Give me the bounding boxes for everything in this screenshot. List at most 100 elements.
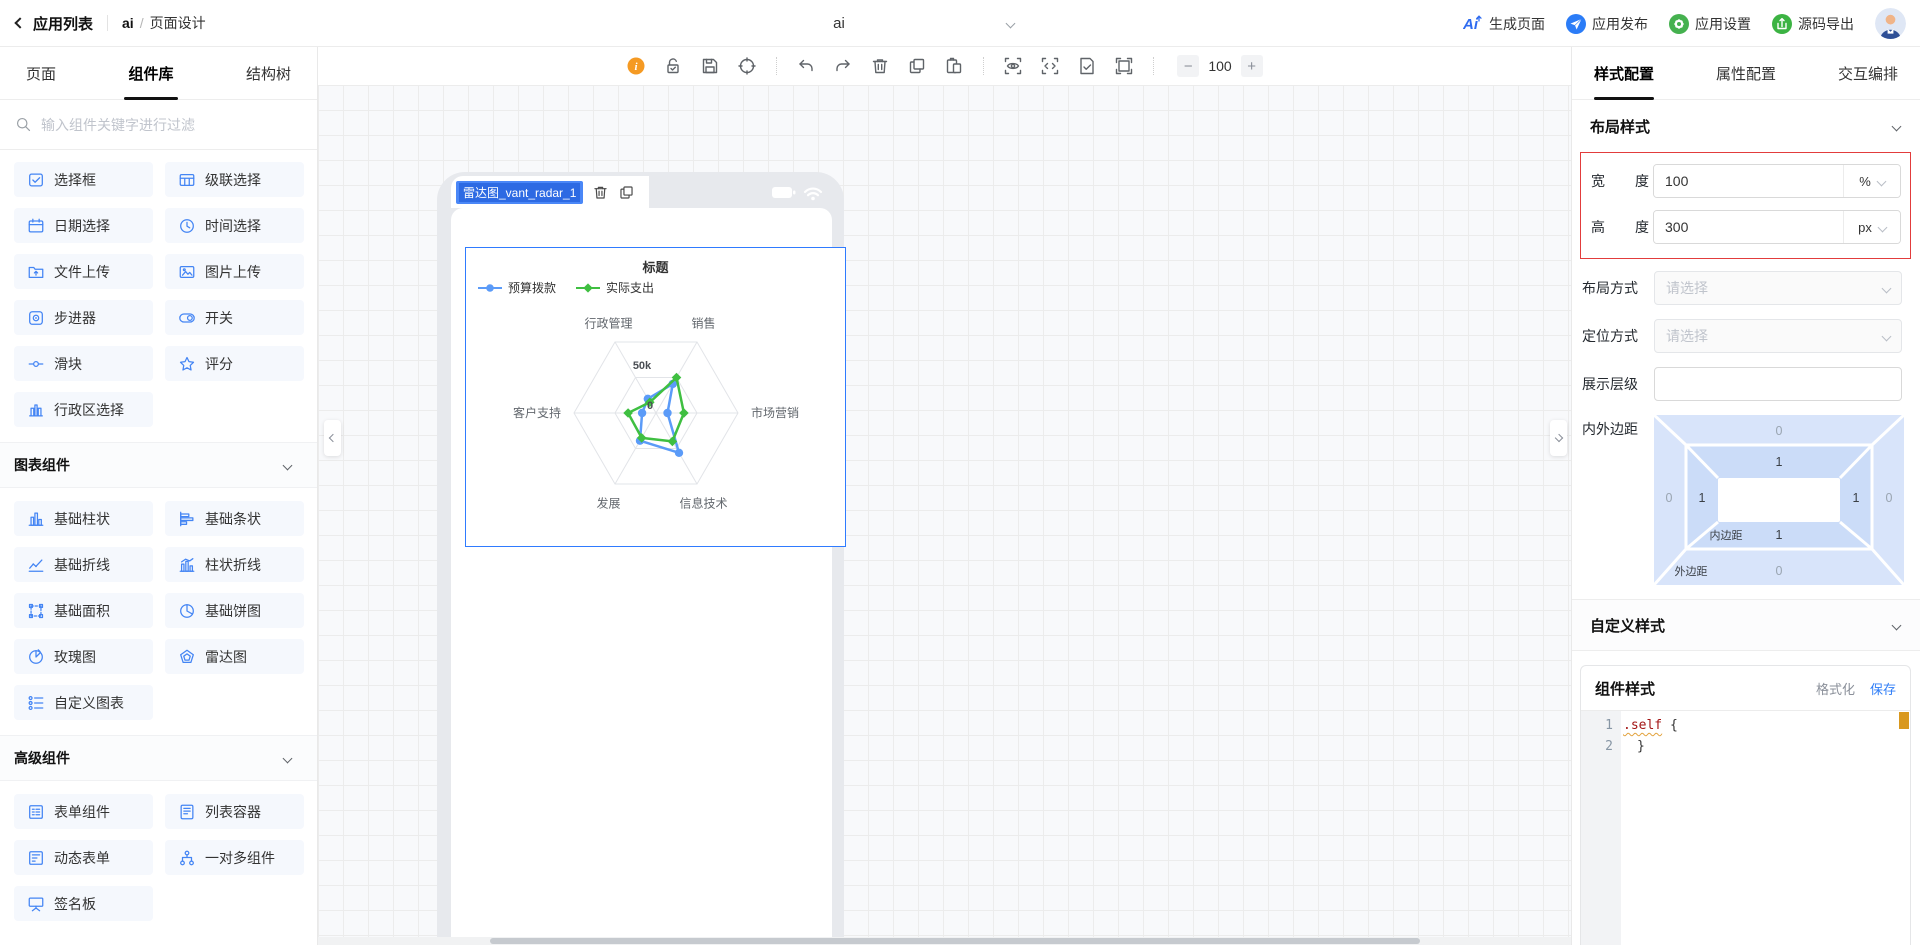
tab-property-config[interactable]: 属性配置 [1716,47,1776,100]
component-item-basic-pie[interactable]: 基础饼图 [165,593,304,628]
layout-style-section-header[interactable]: 布局样式 [1572,100,1920,152]
avatar-icon[interactable] [1875,8,1906,39]
component-item-switch[interactable]: 开关 [165,300,304,335]
copy-icon[interactable] [618,184,635,201]
component-item-dynamic-form[interactable]: 动态表单 [14,840,153,875]
format-button[interactable]: 格式化 [1816,679,1855,698]
target-icon[interactable] [737,56,757,76]
tab-interaction-config[interactable]: 交互编排 [1838,47,1898,100]
copy-icon[interactable] [907,56,927,76]
component-item-file-upload[interactable]: 文件上传 [14,254,153,289]
info-icon[interactable]: i [626,56,646,76]
component-item-date[interactable]: 日期选择 [14,208,153,243]
breadcrumb-page: 页面设计 [150,13,206,33]
svg-text:发展: 发展 [596,495,620,510]
z-level-input[interactable] [1654,367,1902,401]
tab-pages[interactable]: 页面 [14,47,68,100]
component-item-cascade[interactable]: 级联选择 [165,162,304,197]
breadcrumb-app[interactable]: ai [122,15,134,31]
horizontal-scrollbar-thumb[interactable] [490,938,1420,944]
tab-structure-tree[interactable]: 结构树 [234,47,303,100]
doc-check-icon[interactable] [1077,56,1097,76]
component-item-basic-area[interactable]: 基础面积 [14,593,153,628]
signboard-icon [27,895,45,913]
app-publish-button[interactable]: 应用发布 [1566,14,1648,34]
tab-component-library[interactable]: 组件库 [116,47,185,100]
component-item-time[interactable]: 时间选择 [165,208,304,243]
component-item-basic-bar[interactable]: 基础柱状 [14,501,153,536]
component-item-checkbox[interactable]: 选择框 [14,162,153,197]
rose-chart-icon [27,648,45,666]
height-input[interactable] [1654,211,1843,243]
component-item-radar[interactable]: 雷达图 [165,639,304,674]
clock-icon [178,217,196,235]
zoom-out-button[interactable]: − [1177,55,1199,77]
z-level-row: 展示层级 [1582,367,1902,401]
page-selector-value: ai [833,15,845,32]
selection-toolbar: 雷达图_vant_radar_1 [451,176,649,208]
undo-icon[interactable] [796,56,816,76]
canvas-grid-area[interactable]: 雷达图_vant_radar_1 标题 预算拨款 [318,85,1571,945]
component-search-input[interactable] [41,117,302,133]
component-item-basic-line[interactable]: 基础折线 [14,547,153,582]
cascade-icon [178,171,196,189]
spacing-row: 内外边距 00001111内边距外边距 [1582,415,1902,585]
legend-item-budget[interactable]: 预算拨款 [477,279,556,296]
layout-mode-select[interactable]: 请选择 [1654,271,1902,305]
unlock-icon[interactable] [663,56,683,76]
collapse-right-panel-button[interactable] [1550,420,1567,456]
css-code-editor[interactable]: 1 .self { 2 } [1581,710,1910,945]
component-item-form[interactable]: 表单组件 [14,794,153,829]
legend-item-actual[interactable]: 实际支出 [575,279,654,296]
component-item-list-container[interactable]: 列表容器 [165,794,304,829]
chart-legend: 预算拨款 实际支出 [477,279,654,296]
component-item-basic-hbar[interactable]: 基础条状 [165,501,304,536]
code-line: 2 } [1581,736,1910,757]
component-item-rose[interactable]: 玫瑰图 [14,639,153,674]
frame-icon[interactable] [1114,56,1134,76]
redo-icon[interactable] [833,56,853,76]
tab-style-config[interactable]: 样式配置 [1594,47,1654,100]
page-selector[interactable]: ai [658,0,1020,47]
svg-text:市场营销: 市场营销 [751,405,799,420]
divider [1153,57,1154,75]
save-icon[interactable] [700,56,720,76]
height-unit-select[interactable]: px [1843,211,1900,243]
app-settings-button[interactable]: 应用设置 [1669,14,1751,34]
preview-icon[interactable] [1003,56,1023,76]
component-item-district[interactable]: 行政区选择 [14,392,153,427]
component-item-custom-chart[interactable]: 自定义图表 [14,685,153,720]
one-to-many-icon [178,849,196,867]
group-chart-components[interactable]: 图表组件 [0,442,317,488]
code-line: 1 .self { [1581,715,1910,736]
component-item-bar-line[interactable]: 柱状折线 [165,547,304,582]
paste-icon[interactable] [944,56,964,76]
phone-screen[interactable]: 标题 预算拨款 实际支出 销售市场营销信息技术发展客户支持行政管理50k [451,208,832,945]
component-item-image-upload[interactable]: 图片上传 [165,254,304,289]
custom-style-section-header[interactable]: 自定义样式 [1572,599,1920,651]
code-view-icon[interactable] [1040,56,1060,76]
image-upload-icon [178,263,196,281]
component-item-signboard[interactable]: 签名板 [14,886,153,921]
back-button[interactable]: 应用列表 [16,13,93,34]
zoom-in-button[interactable]: + [1241,55,1263,77]
width-input[interactable] [1654,165,1843,197]
box-model-diagram[interactable]: 00001111内边距外边距 [1654,415,1904,585]
zoom-control: − 100 + [1177,55,1262,77]
chevron-down-icon [1876,176,1886,186]
save-button[interactable]: 保存 [1870,679,1896,698]
position-mode-select[interactable]: 请选择 [1654,319,1902,353]
delete-icon[interactable] [870,56,890,76]
group-advanced-components[interactable]: 高级组件 [0,735,317,781]
source-export-button[interactable]: 源码导出 [1772,14,1854,34]
selected-radar-component[interactable]: 标题 预算拨款 实际支出 销售市场营销信息技术发展客户支持行政管理50k [465,247,846,547]
component-item-rating[interactable]: 评分 [165,346,304,381]
delete-icon[interactable] [592,184,609,201]
component-name-tag[interactable]: 雷达图_vant_radar_1 [456,181,583,204]
component-item-one-to-many[interactable]: 一对多组件 [165,840,304,875]
collapse-left-panel-button[interactable] [324,420,341,456]
component-item-stepper[interactable]: 步进器 [14,300,153,335]
component-item-slider[interactable]: 滑块 [14,346,153,381]
width-unit-select[interactable]: % [1843,165,1900,197]
generate-page-button[interactable]: Ai 生成页面 [1463,14,1545,34]
